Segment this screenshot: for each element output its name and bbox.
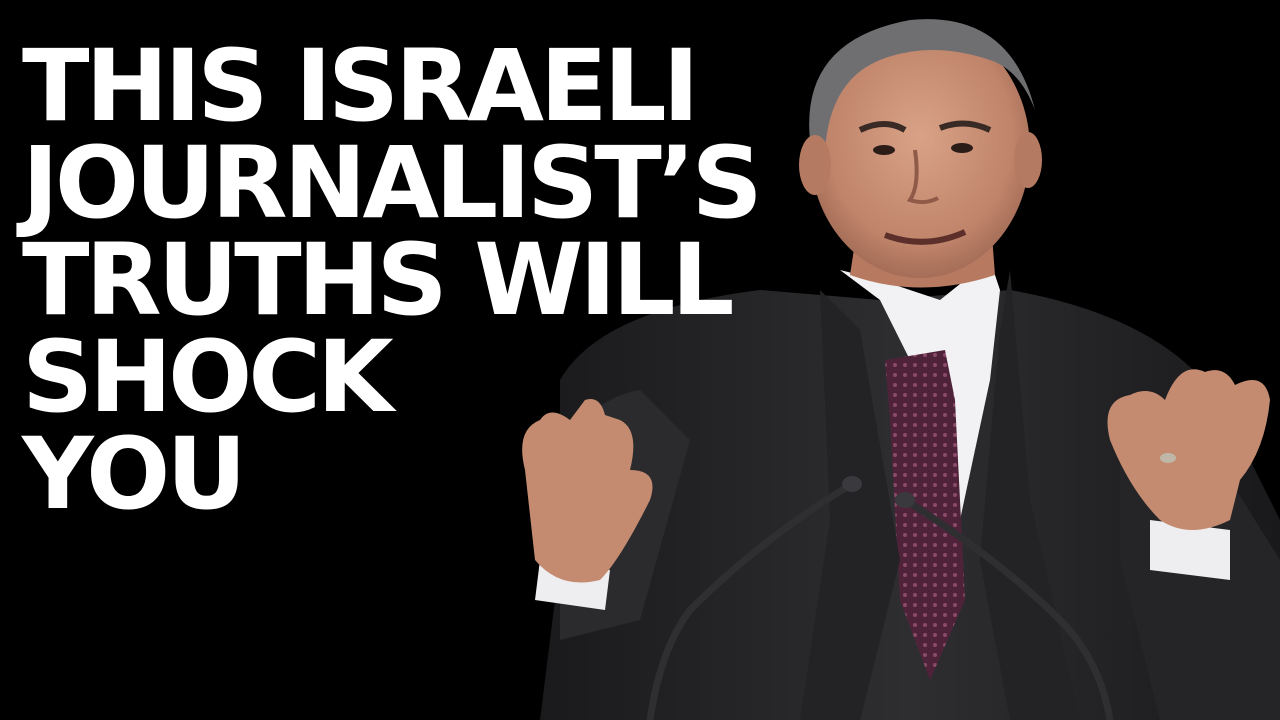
right-ear [1014, 132, 1042, 188]
headline-line: YOU [22, 417, 247, 532]
thumbnail-stage: THIS ISRAELI JOURNALIST’S TRUTHS WILL SH… [0, 0, 1280, 720]
left-ear [799, 135, 831, 195]
headline-line: SHOCK [22, 320, 394, 435]
ring [1160, 453, 1176, 463]
headline-line: JOURNALIST’S [22, 126, 763, 241]
headline-line: TRUTHS WILL [22, 223, 735, 338]
headline-line: THIS ISRAELI [22, 29, 700, 144]
headline: THIS ISRAELI JOURNALIST’S TRUTHS WILL SH… [22, 29, 763, 532]
